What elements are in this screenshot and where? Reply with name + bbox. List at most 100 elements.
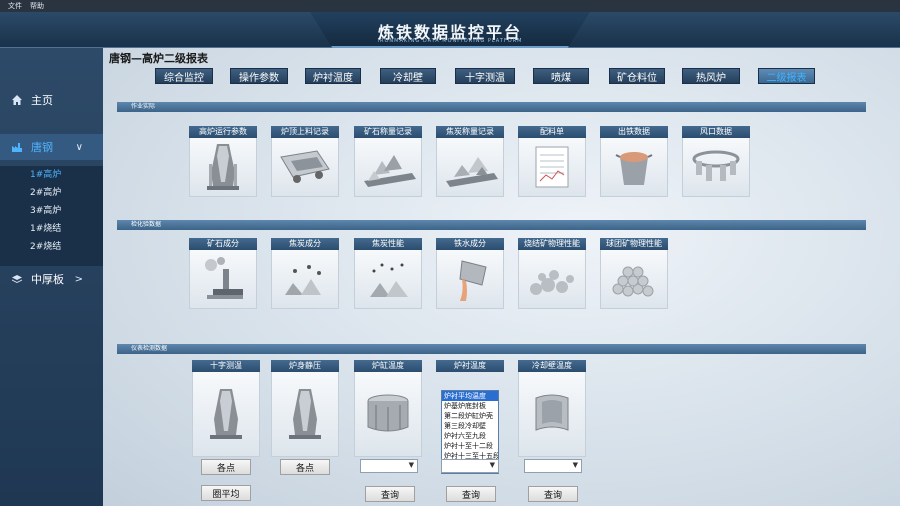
sidebar-item-home-label: 主页 [31, 94, 53, 107]
tab-cross-temp[interactable]: 十字测温 [455, 68, 515, 84]
listbox-option[interactable]: 炉衬六至九段 [442, 431, 498, 441]
blast-furnace-icon [189, 138, 257, 197]
blast-furnace-icon [192, 372, 260, 457]
card-hearth-temp[interactable]: 炉缸温度 [354, 360, 422, 457]
sidebar-subitem-bf2[interactable]: 2#高炉 [0, 184, 103, 202]
card-sinter-physical[interactable]: 烧结矿物理性能 [518, 238, 586, 309]
section-ops: 作业实际 [117, 102, 866, 112]
chevron-down-icon: ▼ [572, 461, 578, 469]
card-label: 铁水成分 [436, 238, 504, 250]
app-header: 炼铁数据监控平台 IRONMAKING DATA MONITORING PLAT… [0, 12, 900, 48]
tab-hot-stove[interactable]: 热风炉 [682, 68, 740, 84]
query-button-lining[interactable]: 查询 [446, 486, 496, 502]
card-stave-temp[interactable]: 冷却壁温度 [518, 360, 586, 457]
tab-l2-report[interactable]: 二级报表 [758, 68, 815, 84]
card-hot-metal-composition[interactable]: 铁水成分 [436, 238, 504, 309]
card-label: 炉衬温度 [436, 360, 504, 372]
coke-elements-icon [271, 250, 339, 309]
card-top-charging[interactable]: 炉顶上料记录 [271, 126, 339, 197]
card-tuyere-data[interactable]: 风口数据 [682, 126, 750, 197]
card-shaft-pressure[interactable]: 炉身静压 [271, 360, 339, 457]
listbox-option[interactable]: 炉衬平均温度 [442, 391, 498, 401]
card-batch-sheet[interactable]: 配料单 [518, 126, 586, 197]
card-tapping-data[interactable]: 出铁数据 [600, 126, 668, 197]
sidebar-item-zhonghouban-label: 中厚板 [31, 273, 64, 286]
card-ore-weighing[interactable]: 矿石称量记录 [354, 126, 422, 197]
chevron-down-icon: ∨ [75, 141, 83, 153]
card-label: 出铁数据 [600, 126, 668, 138]
blast-furnace-icon [271, 372, 339, 457]
sidebar-item-home[interactable]: 主页 [0, 87, 103, 113]
card-label: 焦炭成分 [271, 238, 339, 250]
card-label: 风口数据 [682, 126, 750, 138]
ring-avg-button[interactable]: 圈平均 [201, 485, 251, 501]
main-content: 唐钢—高炉二级报表 综合监控 操作参数 炉衬温度 冷却壁 十字测温 喷煤 矿仓料… [103, 48, 900, 506]
sidebar-subitem-sinter1[interactable]: 1#烧结 [0, 220, 103, 238]
card-ore-composition[interactable]: 矿石成分 [189, 238, 257, 309]
menu-help[interactable]: 帮助 [30, 1, 44, 11]
sidebar-item-tanggang-label: 唐钢 [31, 141, 53, 154]
layers-icon [12, 274, 22, 284]
card-coke-weighing[interactable]: 焦炭称量记录 [436, 126, 504, 197]
sidebar-item-zhonghouban[interactable]: 中厚板 > [0, 266, 103, 292]
card-label: 焦炭性能 [354, 238, 422, 250]
report-sheet-icon [518, 138, 586, 197]
ladle-icon [600, 138, 668, 197]
sidebar: 主页 唐钢 ∨ 1#高炉 2#高炉 3#高炉 1#烧结 2#烧结 中厚板 > [0, 48, 103, 506]
tab-cooling-stave[interactable]: 冷却壁 [380, 68, 436, 84]
pellet-pile-icon [600, 250, 668, 309]
card-label: 矿石称量记录 [354, 126, 422, 138]
listbox-option[interactable]: 炉衬十至十二段 [442, 441, 498, 451]
card-label: 炉缸温度 [354, 360, 422, 372]
tuyere-ring-icon [682, 138, 750, 197]
tab-coal-injection[interactable]: 喷煤 [533, 68, 589, 84]
lining-temp-select[interactable]: ▼ [441, 459, 499, 473]
query-button-hearth[interactable]: 查询 [365, 486, 415, 502]
card-coke-properties[interactable]: 焦炭性能 [354, 238, 422, 309]
listbox-option[interactable]: 炉基炉底封板 [442, 401, 498, 411]
query-button-stave[interactable]: 查询 [528, 486, 578, 502]
coke-pile-icon [436, 138, 504, 197]
tab-overview[interactable]: 综合监控 [155, 68, 213, 84]
sidebar-subitem-bf3[interactable]: 3#高炉 [0, 202, 103, 220]
card-label: 焦炭称量记录 [436, 126, 504, 138]
card-lining-temp[interactable]: 炉衬温度 [436, 360, 504, 372]
points-button-cross[interactable]: 各点 [201, 459, 251, 475]
sidebar-subnav: 1#高炉 2#高炉 3#高炉 1#烧结 2#烧结 [0, 166, 103, 266]
breadcrumb: 唐钢—高炉二级报表 [109, 52, 208, 65]
card-label: 球团矿物理性能 [600, 238, 668, 250]
charging-car-icon [271, 138, 339, 197]
card-label: 高炉运行参数 [189, 126, 257, 138]
sidebar-subitem-sinter2[interactable]: 2#烧结 [0, 238, 103, 256]
cooling-stave-icon [518, 372, 586, 457]
title-plate: 炼铁数据监控平台 IRONMAKING DATA MONITORING PLAT… [310, 12, 590, 48]
points-button-shaft[interactable]: 各点 [280, 459, 330, 475]
tab-lining-temp[interactable]: 炉衬温度 [305, 68, 361, 84]
ore-pile-icon [354, 138, 422, 197]
card-label: 配料单 [518, 126, 586, 138]
coke-properties-icon [354, 250, 422, 309]
chevron-down-icon: ▼ [408, 461, 414, 469]
listbox-option[interactable]: 第三段冷却壁 [442, 421, 498, 431]
section-instrument: 仪表检测数据 [117, 344, 866, 354]
hearth-temp-select[interactable]: ▼ [360, 459, 418, 473]
sidebar-item-tanggang[interactable]: 唐钢 ∨ [0, 134, 103, 160]
card-bf-params[interactable]: 高炉运行参数 [189, 126, 257, 197]
card-label: 烧结矿物理性能 [518, 238, 586, 250]
tab-operation-params[interactable]: 操作参数 [230, 68, 288, 84]
card-label: 矿石成分 [189, 238, 257, 250]
card-coke-composition[interactable]: 焦炭成分 [271, 238, 339, 309]
card-cross-temp[interactable]: 十字测温 [192, 360, 260, 457]
chevron-right-icon: > [74, 273, 83, 285]
pouring-ladle-icon [436, 250, 504, 309]
section-lab: 检化验数据 [117, 220, 866, 230]
card-pellet-physical[interactable]: 球团矿物理性能 [600, 238, 668, 309]
listbox-option[interactable]: 第二段炉缸炉壳 [442, 411, 498, 421]
card-label: 十字测温 [192, 360, 260, 372]
card-label: 炉身静压 [271, 360, 339, 372]
microscope-icon [189, 250, 257, 309]
sidebar-subitem-bf1[interactable]: 1#高炉 [0, 166, 103, 184]
stave-temp-select[interactable]: ▼ [524, 459, 582, 473]
tab-bin-level[interactable]: 矿仓料位 [609, 68, 665, 84]
menu-file[interactable]: 文件 [8, 1, 22, 11]
